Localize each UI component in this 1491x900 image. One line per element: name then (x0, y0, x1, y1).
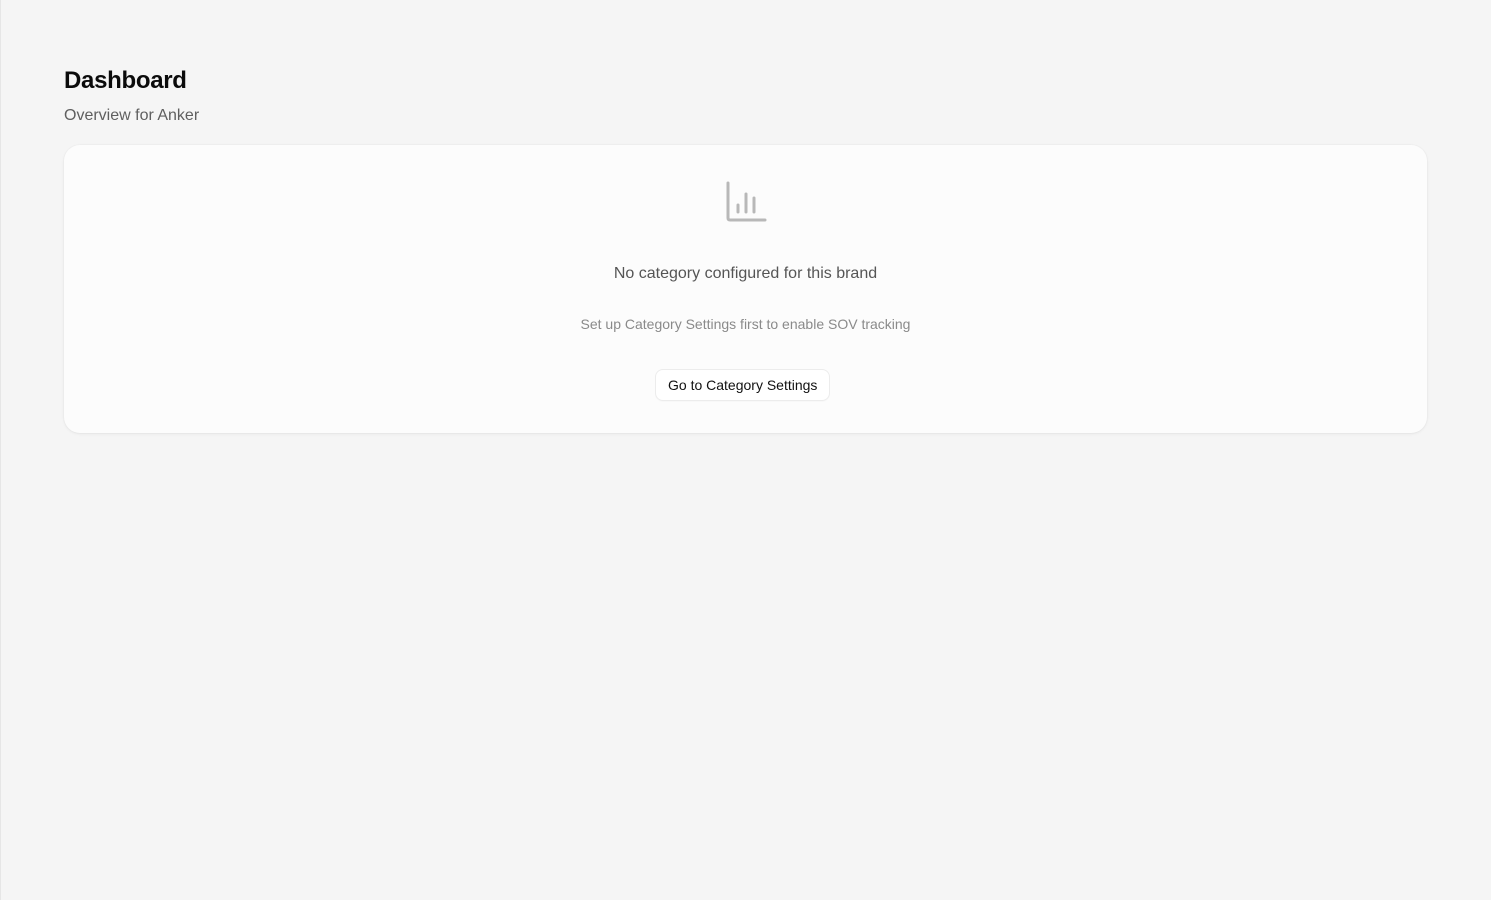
empty-state-title: No category configured for this brand (613, 265, 878, 282)
page-left-border (0, 0, 1, 900)
bar-chart-icon (726, 181, 767, 222)
page-title: Dashboard (64, 67, 187, 94)
empty-state-card: No category configured for this brand Se… (64, 145, 1427, 433)
page-subtitle: Overview for Anker (64, 107, 200, 124)
dashboard-main: Dashboard Overview for Anker No category… (64, 0, 1427, 900)
empty-state-description: Set up Category Settings first to enable… (580, 316, 911, 332)
go-to-category-settings-button[interactable]: Go to Category Settings (655, 369, 831, 401)
